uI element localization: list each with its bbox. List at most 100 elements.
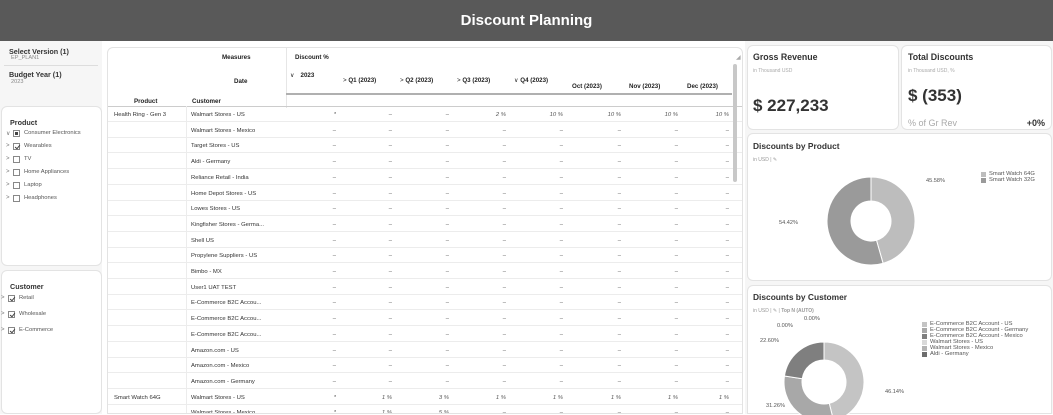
chevron-right-icon[interactable]: > [6,156,13,162]
customer-filter-item[interactable]: > Wholesale [1,309,46,319]
value-cell[interactable]: – [341,155,392,169]
column-header[interactable]: > Q3 (2023) [457,77,490,84]
value-cell[interactable]: – [455,218,506,232]
value-cell[interactable]: – [398,249,449,263]
value-cell[interactable]: – [288,328,336,342]
value-cell[interactable]: – [570,139,621,153]
chevron-down-icon[interactable]: ∨ [6,130,13,137]
value-cell[interactable]: – [512,281,563,295]
value-cell[interactable]: – [570,234,621,248]
value-cell[interactable]: – [455,249,506,263]
value-cell[interactable]: – [570,218,621,232]
chevron-right-icon[interactable]: > [1,311,8,317]
pie-slice[interactable] [823,341,865,415]
checkbox[interactable] [13,168,20,176]
value-cell[interactable]: – [685,265,729,279]
value-cell[interactable]: – [341,328,392,342]
value-cell[interactable]: – [455,171,506,185]
value-cell[interactable]: – [570,344,621,358]
value-cell[interactable]: – [341,139,392,153]
value-cell[interactable]: – [627,281,678,295]
value-cell[interactable]: – [685,202,729,216]
value-cell[interactable]: 10 % [685,108,729,122]
column-header[interactable]: > Q2 (2023) [400,77,433,84]
value-cell[interactable]: – [398,218,449,232]
checkbox[interactable] [13,181,20,189]
value-cell[interactable]: – [398,234,449,248]
value-cell[interactable]: – [288,344,336,358]
value-cell[interactable]: – [341,202,392,216]
chevron-right-icon[interactable]: > [6,169,13,175]
product-filter-item[interactable]: > Wearables [6,141,52,151]
value-cell[interactable]: – [455,312,506,326]
value-cell[interactable]: – [398,171,449,185]
value-cell[interactable]: – [288,139,336,153]
column-header[interactable]: Dec (2023) [687,83,718,90]
chevron-right-icon[interactable]: > [1,327,8,333]
value-cell[interactable]: – [341,344,392,358]
product-filter-item[interactable]: > Home Appliances [6,167,69,177]
value-cell[interactable]: – [512,171,563,185]
pie-slice[interactable] [783,341,825,380]
value-cell[interactable]: – [512,187,563,201]
value-cell[interactable]: – [398,344,449,358]
value-cell[interactable]: * [288,406,336,413]
product-filter-item[interactable]: > TV [6,154,31,164]
value-cell[interactable]: – [398,359,449,373]
value-cell[interactable]: 1 % [341,406,392,413]
customer-filter-item[interactable]: > E-Commerce [1,325,53,335]
value-cell[interactable]: – [455,234,506,248]
value-cell[interactable]: – [341,265,392,279]
checkbox[interactable] [8,294,15,302]
budget-year-value[interactable]: 2023 [11,79,23,85]
customer-filter-item[interactable]: > Retail [1,293,34,303]
value-cell[interactable]: – [455,359,506,373]
value-cell[interactable]: – [288,296,336,310]
legend-item[interactable]: Smart Watch 32G [981,177,1035,183]
value-cell[interactable]: 1 % [685,391,729,405]
value-cell[interactable]: – [512,328,563,342]
value-cell[interactable]: – [570,249,621,263]
value-cell[interactable]: – [341,296,392,310]
value-cell[interactable]: – [288,171,336,185]
value-cell[interactable]: – [685,344,729,358]
value-cell[interactable]: – [512,249,563,263]
value-cell[interactable]: – [398,265,449,279]
column-header[interactable]: ∨ 2023 [290,72,314,79]
value-cell[interactable]: – [398,202,449,216]
value-cell[interactable]: – [627,187,678,201]
chevron-right-icon[interactable]: > [1,295,8,301]
value-cell[interactable]: – [570,124,621,138]
value-cell[interactable]: – [455,328,506,342]
value-cell[interactable]: – [341,249,392,263]
value-cell[interactable]: – [288,187,336,201]
value-cell[interactable]: 2 % [455,108,506,122]
value-cell[interactable]: – [455,281,506,295]
value-cell[interactable]: 5 % [398,406,449,413]
value-cell[interactable]: – [398,108,449,122]
value-cell[interactable]: – [627,265,678,279]
value-cell[interactable]: – [570,202,621,216]
value-cell[interactable]: – [685,296,729,310]
value-cell[interactable]: – [341,375,392,389]
value-cell[interactable]: – [288,234,336,248]
value-cell[interactable]: – [398,375,449,389]
value-cell[interactable]: – [512,124,563,138]
value-cell[interactable]: – [685,359,729,373]
value-cell[interactable]: – [512,375,563,389]
value-cell[interactable]: – [685,281,729,295]
value-cell[interactable]: – [455,202,506,216]
value-cell[interactable]: 1 % [570,391,621,405]
value-cell[interactable]: * [288,108,336,122]
resize-handle-icon[interactable]: ◢ [736,54,741,61]
value-cell[interactable]: – [627,139,678,153]
value-cell[interactable]: – [455,406,506,413]
value-cell[interactable]: – [398,312,449,326]
value-cell[interactable]: 1 % [455,391,506,405]
value-cell[interactable]: – [685,139,729,153]
version-selector-value[interactable]: EP_PLAN1 [11,55,39,61]
table-scrollbar[interactable] [733,64,737,182]
value-cell[interactable]: – [570,359,621,373]
value-cell[interactable]: – [570,328,621,342]
value-cell[interactable]: – [627,202,678,216]
